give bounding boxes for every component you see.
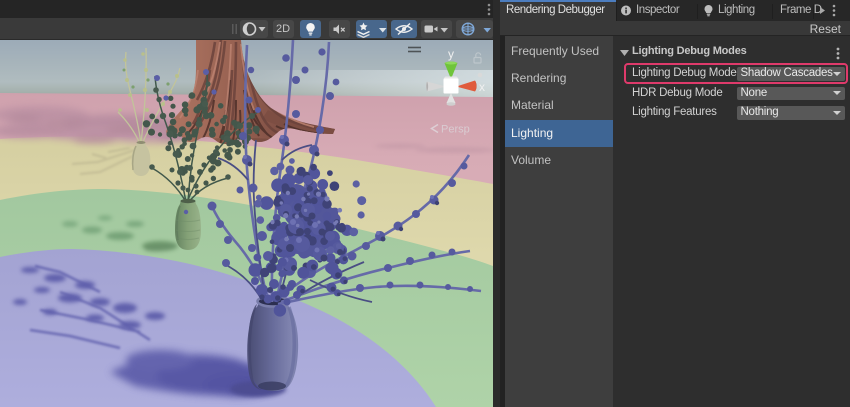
svg-text:y: y — [448, 47, 454, 61]
svg-text:Persp: Persp — [441, 124, 470, 136]
svg-text:x: x — [479, 80, 485, 94]
